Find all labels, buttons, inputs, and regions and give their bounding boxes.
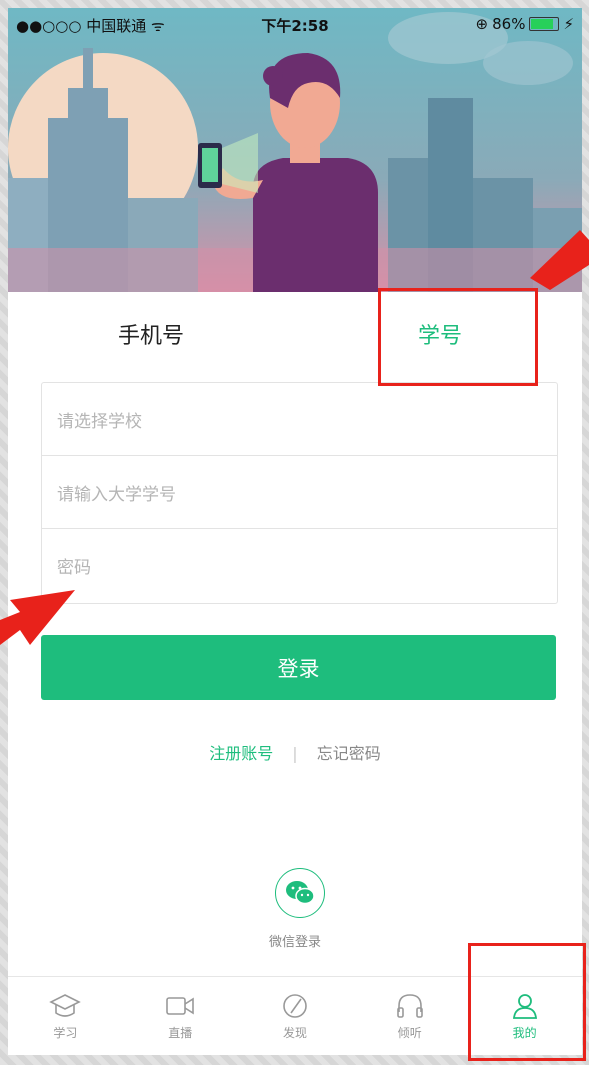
link-divider: |: [292, 744, 298, 763]
charging-icon: ⚡: [563, 15, 574, 33]
nav-label: 直播: [168, 1026, 193, 1040]
battery-icon: [529, 17, 560, 31]
wechat-login-button[interactable]: [275, 868, 325, 918]
highlight-box-me-tab: [468, 943, 586, 1061]
login-form: 请选择学校 请输入大学学号 密码: [41, 382, 558, 604]
nav-label: 学习: [53, 1026, 78, 1040]
forgot-password-link[interactable]: 忘记密码: [317, 744, 381, 763]
student-id-input[interactable]: 请输入大学学号: [42, 456, 557, 529]
nav-item-listen[interactable]: 倾听: [352, 977, 467, 1055]
school-select[interactable]: 请选择学校: [42, 383, 557, 456]
rotation-lock-icon: ⊕: [475, 15, 489, 33]
annotation-arrow-left: [0, 590, 75, 645]
nav-item-live[interactable]: 直播: [123, 977, 238, 1055]
tab-phone-number[interactable]: 手机号: [118, 318, 184, 350]
compass-icon: [283, 994, 307, 1018]
password-input[interactable]: 密码: [42, 529, 557, 601]
hero-illustration: [8, 8, 582, 292]
battery-status: ⊕ 86% ⚡: [476, 15, 574, 33]
highlight-box-student-id: [378, 288, 538, 386]
nav-label: 倾听: [397, 1026, 422, 1040]
nav-label: 发现: [282, 1026, 307, 1040]
app-screen: ●●○○○ 中国联通 ᯤ 下午2:58 ⊕ 86% ⚡ 手机号 学号 请选择学校…: [8, 8, 582, 1055]
battery-percent: 86%: [492, 15, 526, 33]
headphones-icon: [396, 994, 423, 1018]
account-links: 注册账号 | 忘记密码: [8, 740, 582, 764]
nav-item-discover[interactable]: 发现: [238, 977, 353, 1055]
nav-item-study[interactable]: 学习: [8, 977, 123, 1055]
graduation-cap-icon: [49, 994, 82, 1017]
annotation-arrow-right: [530, 230, 589, 290]
status-bar: ●●○○○ 中国联通 ᯤ 下午2:58 ⊕ 86% ⚡: [8, 8, 582, 42]
wechat-icon: [286, 881, 315, 905]
login-button[interactable]: 登录: [41, 635, 556, 700]
video-camera-icon: [166, 997, 194, 1015]
register-link[interactable]: 注册账号: [209, 744, 273, 763]
